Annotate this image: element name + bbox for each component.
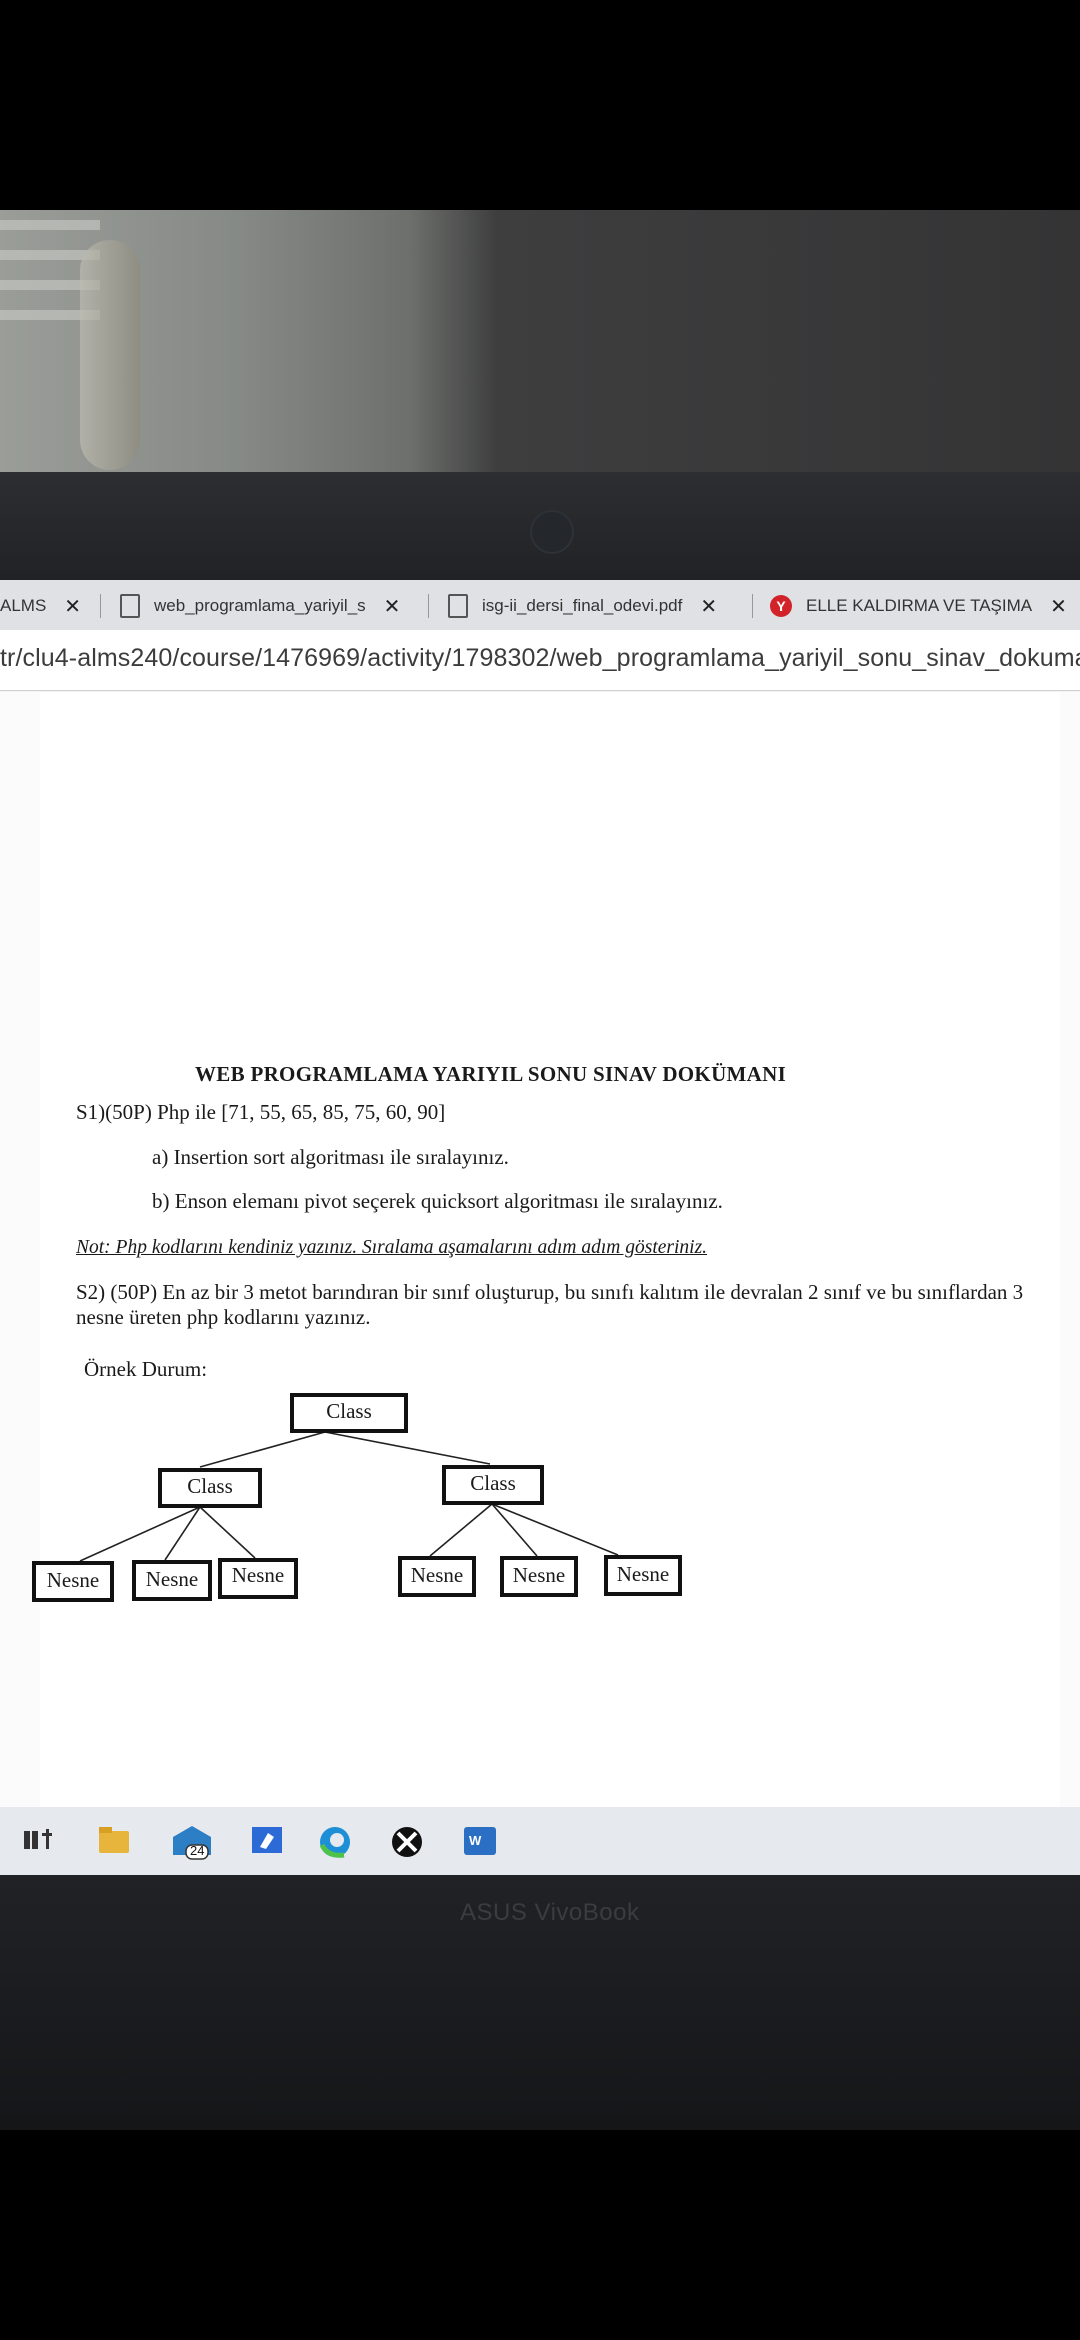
mail-icon[interactable]: 24 — [170, 1823, 211, 1860]
class-box-right: Class — [442, 1465, 544, 1505]
document-icon — [120, 594, 140, 618]
question-1b: b) Enson elemanı pivot seçerek quicksort… — [152, 1189, 723, 1213]
address-bar[interactable]: tr/clu4-alms240/course/1476969/activity/… — [0, 630, 1080, 691]
curtain-holder — [80, 240, 140, 470]
pen-app-icon[interactable] — [248, 1823, 286, 1857]
background-wall — [0, 210, 1080, 472]
object-box: Nesne — [398, 1556, 476, 1597]
window-blind — [0, 220, 100, 230]
word-letter: W — [469, 1833, 482, 1848]
word-icon[interactable]: W — [460, 1823, 498, 1857]
connector-line — [491, 1503, 619, 1556]
connector-line — [199, 1506, 256, 1559]
example-label: Örnek Durum: — [84, 1357, 208, 1381]
close-icon[interactable]: ✕ — [1050, 594, 1067, 619]
webcam — [530, 510, 574, 554]
connector-line — [429, 1503, 493, 1557]
laptop-brand-logo: ASUS VivoBook — [460, 1899, 640, 1926]
browser-tab[interactable]: ALMS ✕ — [0, 586, 81, 626]
close-icon[interactable]: ✕ — [700, 594, 717, 619]
tab-divider — [100, 594, 101, 618]
pdf-viewer: WEB PROGRAMLAMA YARIYIL SONU SINAV DOKÜM… — [0, 692, 1080, 1807]
close-icon[interactable]: ✕ — [384, 594, 401, 619]
task-view-icon[interactable] — [22, 1823, 60, 1857]
document-title: WEB PROGRAMLAMA YARIYIL SONU SINAV DOKÜM… — [195, 1062, 787, 1086]
browser-tab[interactable]: web_programlama_yariyil_s ✕ — [120, 586, 400, 626]
tab-label: web_programlama_yariyil_s — [154, 596, 366, 615]
connector-line — [324, 1431, 491, 1465]
question-1: S1)(50P) Php ile [71, 55, 65, 85, 75, 60… — [76, 1100, 446, 1124]
object-box: Nesne — [32, 1561, 114, 1602]
tab-label: isg-ii_dersi_final_odevi.pdf — [482, 596, 683, 615]
browser-tab-bar: ALMS ✕ web_programlama_yariyil_s ✕ isg-i… — [0, 580, 1080, 630]
xbox-icon[interactable] — [388, 1823, 426, 1857]
object-box: Nesne — [604, 1555, 682, 1596]
file-explorer-icon[interactable] — [96, 1823, 134, 1857]
laptop-keyboard-deck: ASUS VivoBook — [0, 1875, 1080, 2130]
edge-browser-icon[interactable] — [316, 1823, 354, 1858]
browser-tab[interactable]: Y ELLE KALDIRMA VE TAŞIMA ✕ — [770, 586, 1067, 626]
windows-taskbar: 24 W — [0, 1807, 1080, 1875]
question-1a: a) Insertion sort algoritması ile sırala… — [152, 1145, 509, 1169]
photo-frame: ALMS ✕ web_programlama_yariyil_s ✕ isg-i… — [0, 210, 1080, 2130]
object-box: Nesne — [218, 1558, 298, 1599]
document-page: WEB PROGRAMLAMA YARIYIL SONU SINAV DOKÜM… — [32, 692, 1060, 1807]
mail-badge: 24 — [190, 1843, 205, 1858]
browser-tab[interactable]: isg-ii_dersi_final_odevi.pdf ✕ — [448, 586, 717, 626]
close-icon[interactable]: ✕ — [64, 594, 81, 619]
tab-divider — [428, 594, 429, 618]
url-text[interactable]: tr/clu4-alms240/course/1476969/activity/… — [0, 644, 1080, 673]
note-text: Not: Php kodlarını kendiniz yazınız. Sır… — [76, 1237, 708, 1258]
class-box-root: Class — [290, 1393, 408, 1433]
tab-label: ELLE KALDIRMA VE TAŞIMA — [806, 596, 1033, 615]
object-box: Nesne — [500, 1556, 578, 1597]
question-2: S2) (50P) En az bir 3 metot barındıran b… — [76, 1280, 1024, 1329]
connector-line — [491, 1503, 538, 1557]
tab-divider — [752, 594, 753, 618]
class-diagram: Class Class Class Nesne Nesne Nesne Nesn… — [32, 1392, 1060, 1722]
document-icon — [448, 594, 468, 618]
object-box: Nesne — [132, 1560, 212, 1601]
laptop-screen: ALMS ✕ web_programlama_yariyil_s ✕ isg-i… — [0, 580, 1080, 1875]
class-box-left: Class — [158, 1468, 262, 1508]
connector-line — [199, 1431, 326, 1468]
yandex-icon: Y — [770, 595, 792, 617]
tab-label: ALMS — [0, 596, 47, 615]
